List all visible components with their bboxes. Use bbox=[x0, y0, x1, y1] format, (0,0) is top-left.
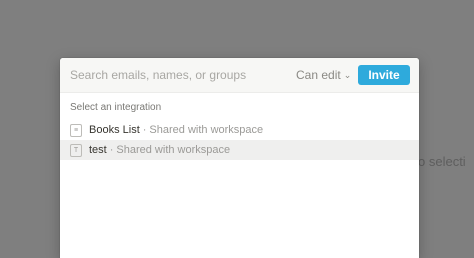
separator: · bbox=[109, 144, 114, 156]
dialog-header: Can edit⌄ Invite bbox=[60, 58, 419, 93]
invite-button[interactable]: Invite bbox=[358, 65, 410, 85]
integration-description: Shared with workspace bbox=[149, 124, 264, 136]
integration-item-test[interactable]: T test · Shared with workspace bbox=[60, 140, 419, 160]
separator: · bbox=[142, 124, 147, 136]
integration-description: Shared with workspace bbox=[116, 144, 231, 156]
page-icon: ≡ bbox=[70, 123, 82, 137]
page-icon: T bbox=[70, 143, 82, 157]
background-page-text: o selecti bbox=[418, 154, 466, 169]
permission-dropdown[interactable]: Can edit ⌄ bbox=[296, 68, 351, 82]
permission-label: Can edit bbox=[296, 68, 341, 82]
chevron-down-icon: ⌄ bbox=[343, 70, 352, 80]
search-input[interactable] bbox=[60, 58, 280, 92]
integration-name: Books List bbox=[89, 124, 140, 136]
section-heading: Select an integration bbox=[70, 102, 162, 113]
share-dialog: Can edit⌄ Invite Select an integration ≡… bbox=[60, 58, 419, 258]
integration-item-books-list[interactable]: ≡ Books List · Shared with workspace bbox=[60, 120, 419, 140]
integration-name: test bbox=[89, 144, 107, 156]
